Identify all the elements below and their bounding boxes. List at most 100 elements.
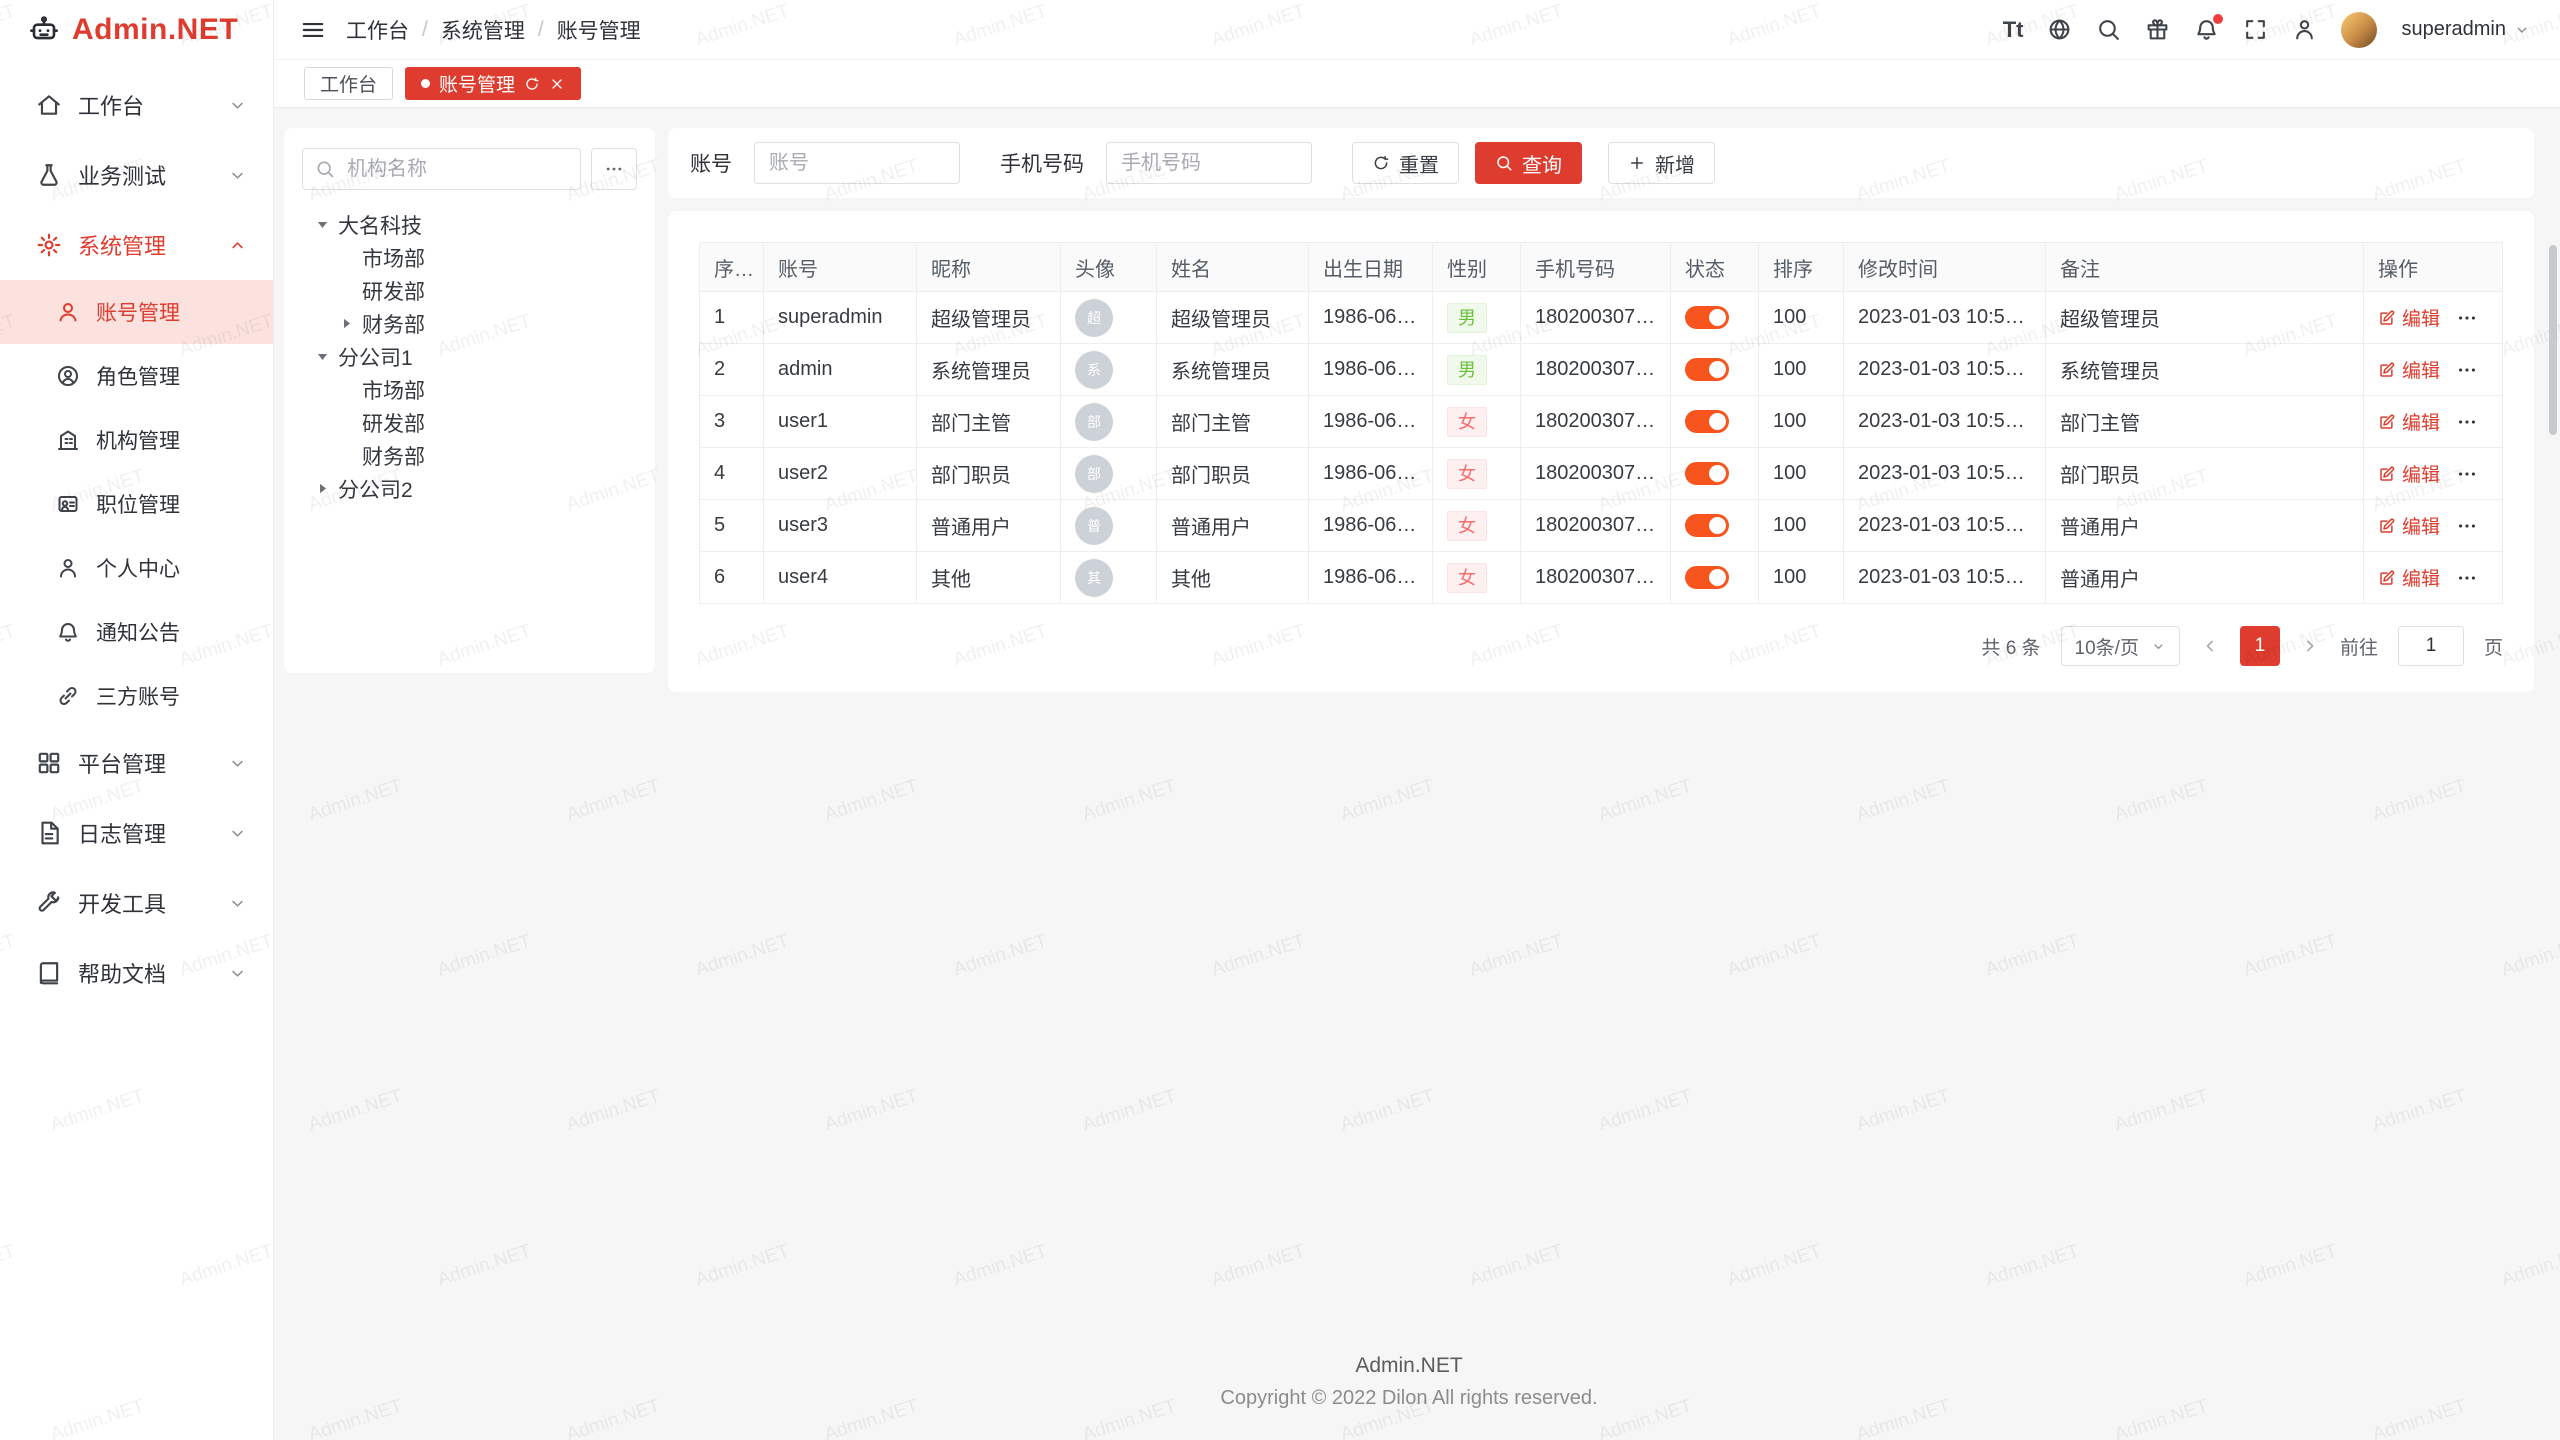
user-menu[interactable]: superadmin (2401, 18, 2530, 41)
cell-avatar: 普 (1061, 500, 1157, 552)
sidebar-item-platform-management[interactable]: 平台管理 (0, 728, 273, 798)
close-icon[interactable] (549, 76, 565, 92)
table-panel: 序号 账号 昵称 头像 姓名 出生日期 性别 手机号码 状态 排序 (668, 211, 2534, 692)
status-toggle[interactable] (1685, 410, 1729, 433)
sidebar-subitem-org-management[interactable]: 机构管理 (0, 408, 273, 472)
edit-icon (2378, 309, 2396, 327)
tab-workbench[interactable]: 工作台 (304, 67, 393, 100)
breadcrumb-item[interactable]: 工作台 (346, 15, 409, 45)
more-actions-button[interactable] (2456, 307, 2478, 329)
tree-node[interactable]: 研发部 (302, 274, 637, 307)
person-icon[interactable] (2292, 17, 2317, 42)
more-actions-button[interactable] (2456, 411, 2478, 433)
hamburger-menu-icon[interactable] (300, 17, 326, 43)
tree-more-button[interactable] (591, 148, 637, 190)
add-button[interactable]: 新增 (1608, 142, 1715, 184)
col-header: 出生日期 (1309, 243, 1433, 292)
tree-node[interactable]: 财务部 (302, 439, 637, 472)
col-header: 账号 (764, 243, 917, 292)
logo-text: Admin.NET (72, 13, 238, 47)
status-toggle[interactable] (1685, 306, 1729, 329)
cell-remark: 普通用户 (2046, 500, 2364, 552)
sidebar-item-system-management[interactable]: 系统管理 (0, 210, 273, 280)
tab-account-management[interactable]: 账号管理 (405, 67, 581, 100)
sidebar-item-business-test[interactable]: 业务测试 (0, 140, 273, 210)
more-actions-button[interactable] (2456, 515, 2478, 537)
account-input[interactable] (754, 142, 960, 184)
reset-button[interactable]: 重置 (1352, 142, 1459, 184)
caret-expanded-icon[interactable] (314, 216, 331, 233)
main-area: 工作台 / 系统管理 / 账号管理 Tt superadmin (274, 0, 2560, 1440)
cell-avatar: 系 (1061, 344, 1157, 396)
user-avatar[interactable] (2341, 12, 2377, 48)
cell-update-time: 2023-01-03 10:59:44 (1844, 396, 2046, 448)
status-toggle[interactable] (1685, 566, 1729, 589)
scrollbar-thumb[interactable] (2549, 245, 2557, 435)
col-header: 操作 (2364, 243, 2503, 292)
edit-button[interactable]: 编辑 (2378, 564, 2440, 591)
more-actions-button[interactable] (2456, 567, 2478, 589)
phone-input[interactable] (1106, 142, 1312, 184)
caret-collapsed-icon[interactable] (338, 315, 355, 332)
tree-node[interactable]: 研发部 (302, 406, 637, 439)
sidebar-item-workbench[interactable]: 工作台 (0, 70, 273, 140)
cell-no: 4 (700, 448, 764, 500)
sidebar-subitem-account-management[interactable]: 账号管理 (0, 280, 273, 344)
status-toggle[interactable] (1685, 358, 1729, 381)
active-tab-dot (421, 79, 430, 88)
font-size-icon[interactable]: Tt (2003, 19, 2024, 41)
tree-node[interactable]: 市场部 (302, 373, 637, 406)
logo[interactable]: Admin.NET (0, 0, 273, 60)
sidebar-subitem-position-management[interactable]: 职位管理 (0, 472, 273, 536)
sidebar-item-log-management[interactable]: 日志管理 (0, 798, 273, 868)
building-icon (56, 428, 80, 452)
cell-gender: 女 (1433, 500, 1521, 552)
cell-account: user3 (764, 500, 917, 552)
notifications-button[interactable] (2194, 17, 2219, 42)
sidebar-item-dev-tools[interactable]: 开发工具 (0, 868, 273, 938)
breadcrumb-item[interactable]: 系统管理 (441, 15, 525, 45)
more-actions-button[interactable] (2456, 359, 2478, 381)
tree-node[interactable]: 分公司2 (302, 472, 637, 505)
tree-node[interactable]: 市场部 (302, 241, 637, 274)
globe-icon[interactable] (2047, 17, 2072, 42)
sidebar-subitem-role-management[interactable]: 角色管理 (0, 344, 273, 408)
page-size-select[interactable]: 10条/页 (2061, 626, 2180, 666)
table-row: 6 user4 其他 其 其他 1986-06-28 女 18020030720 (700, 552, 2503, 604)
status-toggle[interactable] (1685, 462, 1729, 485)
tree-node[interactable]: 财务部 (302, 307, 637, 340)
gift-icon[interactable] (2145, 17, 2170, 42)
caret-expanded-icon[interactable] (314, 348, 331, 365)
edit-button[interactable]: 编辑 (2378, 408, 2440, 435)
sidebar-item-help-docs[interactable]: 帮助文档 (0, 938, 273, 1008)
edit-button[interactable]: 编辑 (2378, 512, 2440, 539)
sidebar-subitem-label: 机构管理 (96, 425, 180, 455)
goto-page-input[interactable] (2398, 626, 2464, 666)
tree-node-label: 财务部 (362, 309, 425, 339)
cell-no: 1 (700, 292, 764, 344)
tree-node[interactable]: 分公司1 (302, 340, 637, 373)
query-button[interactable]: 查询 (1475, 142, 1582, 184)
cell-nickname: 系统管理员 (917, 344, 1061, 396)
caret-collapsed-icon[interactable] (314, 480, 331, 497)
tab-label: 工作台 (320, 70, 377, 97)
sidebar-subitem-third-party-account[interactable]: 三方账号 (0, 664, 273, 728)
tree-node-label: 研发部 (362, 408, 425, 438)
search-icon[interactable] (2096, 17, 2121, 42)
prev-page-button[interactable] (2200, 636, 2220, 656)
more-actions-button[interactable] (2456, 463, 2478, 485)
next-page-button[interactable] (2300, 636, 2320, 656)
cell-birthday: 1986-06-28 (1309, 552, 1433, 604)
current-page-button[interactable]: 1 (2240, 626, 2280, 666)
edit-button[interactable]: 编辑 (2378, 356, 2440, 383)
fullscreen-icon[interactable] (2243, 17, 2268, 42)
refresh-icon[interactable] (524, 76, 540, 92)
edit-button[interactable]: 编辑 (2378, 460, 2440, 487)
edit-button[interactable]: 编辑 (2378, 304, 2440, 331)
status-toggle[interactable] (1685, 514, 1729, 537)
tree-node[interactable]: 大名科技 (302, 208, 637, 241)
breadcrumb-item[interactable]: 账号管理 (557, 15, 641, 45)
org-search-input[interactable] (302, 148, 581, 190)
sidebar-subitem-notice[interactable]: 通知公告 (0, 600, 273, 664)
sidebar-subitem-personal-center[interactable]: 个人中心 (0, 536, 273, 600)
